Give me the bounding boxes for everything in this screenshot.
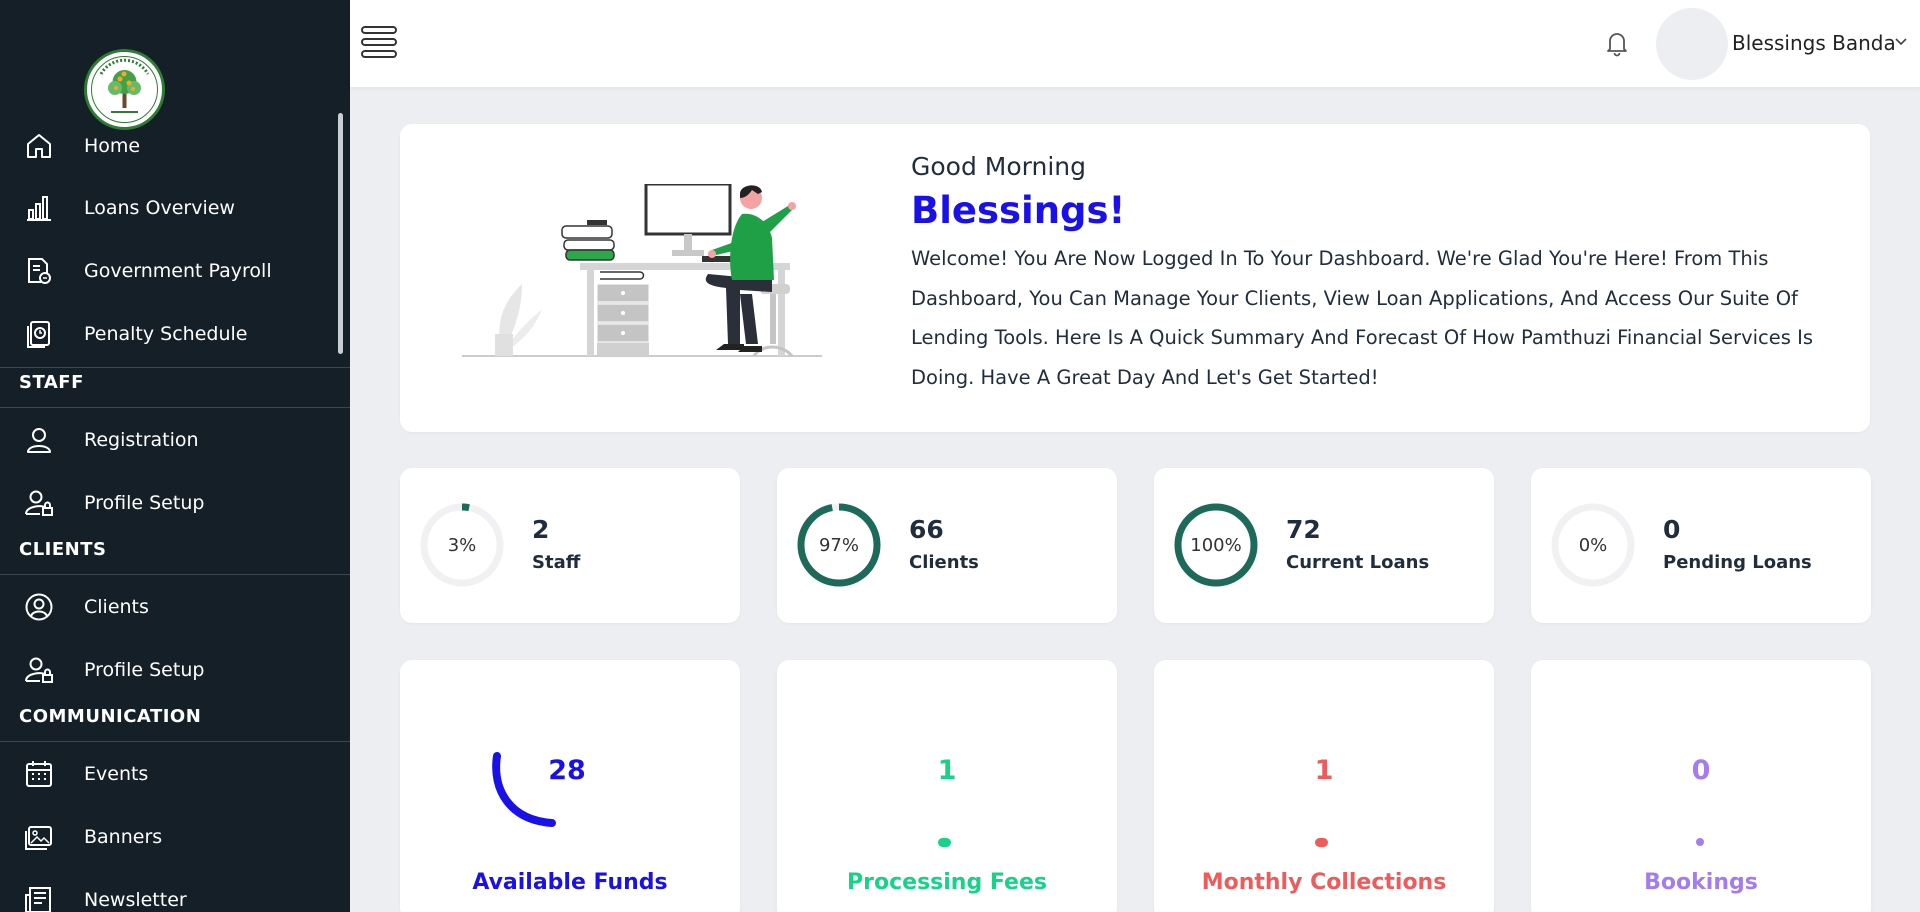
fund-card-monthly-collections[interactable]: 1 Monthly Collections (1154, 660, 1494, 912)
divider (0, 741, 350, 742)
stat-value: 0 (1663, 515, 1681, 544)
sidebar-item-staff-profile-setup[interactable]: Profile Setup (0, 475, 338, 531)
fund-label: Bookings (1644, 870, 1758, 895)
stat-card-staff[interactable]: 3% 2 Staff (400, 468, 740, 623)
fund-value: 28 (548, 755, 586, 786)
sidebar-item-label: Registration (84, 429, 199, 451)
stat-label: Pending Loans (1663, 552, 1812, 573)
sidebar-item-newsletter[interactable]: Newsletter (0, 872, 338, 912)
fund-value: 1 (1314, 755, 1334, 786)
sidebar-item-events[interactable]: Events (0, 746, 338, 802)
hamburger-menu-icon[interactable] (360, 24, 398, 60)
section-title-staff: STAFF (19, 372, 84, 393)
stat-value: 2 (532, 515, 550, 544)
stat-card-clients[interactable]: 97% 66 Clients (777, 468, 1117, 623)
divider (0, 574, 350, 575)
bookings-indicator (1696, 838, 1704, 846)
stat-value: 72 (1286, 515, 1321, 544)
sidebar-item-staff-registration[interactable]: Registration (0, 412, 338, 468)
notification-bell-icon[interactable] (1602, 28, 1632, 58)
stat-card-current-loans[interactable]: 100% 72 Current Loans (1154, 468, 1494, 623)
user-avatar[interactable] (1656, 8, 1728, 80)
user-name[interactable]: Blessings Banda (1732, 31, 1896, 55)
sidebar-item-label: Newsletter (84, 889, 187, 911)
sidebar-item-clients[interactable]: Clients (0, 579, 338, 635)
stat-label: Current Loans (1286, 552, 1430, 573)
progress-percent: 3% (447, 534, 477, 556)
user-lock-icon (25, 657, 53, 683)
welcome-message: Welcome! You Are Now Logged In To Your D… (911, 247, 1814, 389)
sidebar-item-label: Profile Setup (84, 659, 205, 681)
fund-card-available-funds[interactable]: 28 Available Funds (400, 660, 740, 912)
bar-chart-icon (27, 196, 51, 221)
fund-label: Available Funds (472, 870, 668, 895)
payroll-document-icon (28, 258, 51, 284)
sidebar-item-home[interactable]: Home (0, 118, 338, 174)
divider (0, 407, 350, 408)
monthly-collections-indicator (1315, 838, 1328, 847)
calendar-icon (26, 761, 52, 787)
sidebar-item-label: Penalty Schedule (84, 323, 248, 345)
fund-card-bookings[interactable]: 0 Bookings (1531, 660, 1871, 912)
user-icon (27, 428, 51, 453)
sidebar-item-government-payroll[interactable]: Government Payroll (0, 243, 338, 299)
user-lock-icon (25, 490, 53, 516)
stat-value: 66 (909, 515, 944, 544)
processing-fees-indicator (938, 838, 951, 847)
chevron-down-icon[interactable] (1894, 36, 1908, 48)
stat-label: Clients (909, 552, 979, 573)
fund-label: Monthly Collections (1201, 870, 1447, 895)
sidebar-item-label: Events (84, 763, 149, 785)
sidebar-item-loans-overview[interactable]: Loans Overview (0, 180, 338, 236)
progress-percent: 0% (1578, 534, 1608, 556)
greeting-text: Good Morning (911, 152, 1086, 181)
user-circle-icon (25, 593, 53, 621)
topbar: Blessings Banda (350, 0, 1920, 87)
progress-percent: 97% (818, 534, 859, 556)
schedule-document-icon (27, 321, 50, 348)
section-title-clients: CLIENTS (19, 539, 107, 560)
stat-card-pending-loans[interactable]: 0% 0 Pending Loans (1531, 468, 1871, 623)
sidebar-item-label: Clients (84, 596, 149, 618)
greeting-name: Blessings! (911, 189, 1126, 232)
divider (0, 367, 350, 368)
sidebar-item-clients-profile-setup[interactable]: Profile Setup (0, 642, 338, 698)
sidebar-item-label: Profile Setup (84, 492, 205, 514)
desk-illustration (462, 184, 822, 358)
sidebar-scrollbar[interactable] (338, 113, 343, 354)
fund-label: Processing Fees (847, 870, 1047, 895)
section-title-communication: COMMUNICATION (19, 706, 202, 727)
sidebar-item-label: Banners (84, 826, 163, 848)
home-icon (27, 134, 51, 158)
stat-label: Staff (532, 552, 581, 573)
sidebar-item-label: Government Payroll (84, 260, 272, 282)
sidebar: Home Loans Overview Government Payroll P… (0, 0, 350, 912)
fund-value: 1 (937, 755, 957, 786)
fund-value: 0 (1691, 755, 1711, 786)
sidebar-item-banners[interactable]: Banners (0, 809, 338, 865)
progress-percent: 100% (1190, 534, 1242, 556)
sidebar-item-label: Home (84, 135, 141, 157)
fund-card-processing-fees[interactable]: 1 Processing Fees (777, 660, 1117, 912)
sidebar-item-label: Loans Overview (84, 197, 235, 219)
newsletter-icon (25, 887, 51, 912)
image-icon (25, 826, 52, 850)
welcome-card: Good Morning Blessings! Welcome! You Are… (400, 124, 1870, 432)
sidebar-item-penalty-schedule[interactable]: Penalty Schedule (0, 306, 338, 362)
